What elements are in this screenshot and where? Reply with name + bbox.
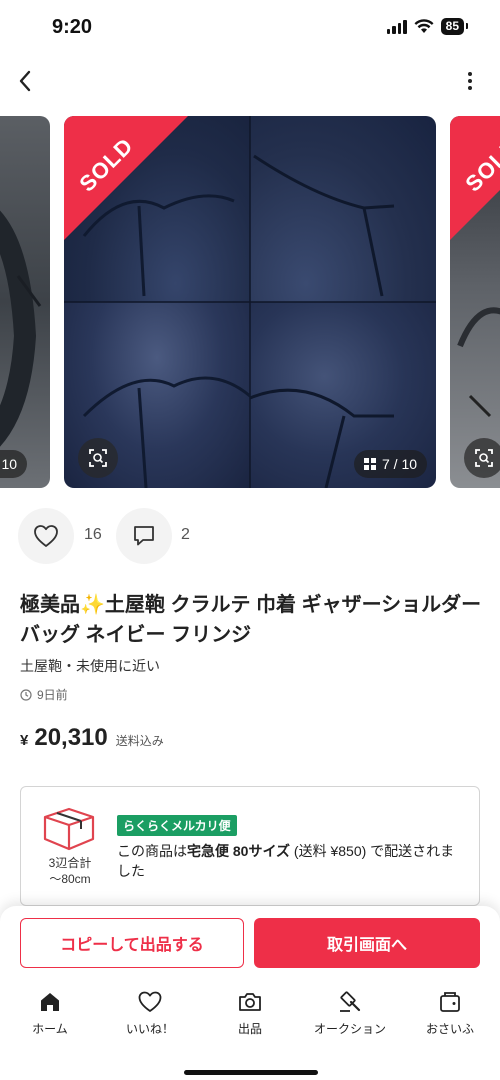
- posted-time: 9日前: [20, 686, 68, 703]
- photo-current[interactable]: SOLD 7 / 10: [64, 116, 436, 488]
- grid-icon: [364, 458, 376, 470]
- shipping-method: 宅急便 80サイズ: [187, 843, 291, 859]
- comment-count: 2: [181, 526, 190, 543]
- home-icon: [41, 993, 59, 1011]
- like-count: 16: [84, 526, 102, 543]
- tab-home-label: ホーム: [32, 1022, 68, 1036]
- tab-bar: ホーム いいね！ 出品 オークション おさいふ: [0, 988, 500, 1044]
- back-button[interactable]: [10, 64, 40, 98]
- price-shipping-note: 送料込み: [115, 734, 164, 748]
- home-indicator: [184, 1070, 318, 1075]
- tab-sell-label: 出品: [237, 1022, 262, 1036]
- wallet-icon: [440, 992, 460, 1012]
- rakuraku-badge: らくらくメルカリ便: [117, 815, 237, 836]
- shipping-size: 3辺合計 〜80cm: [37, 855, 103, 887]
- like-button[interactable]: [18, 508, 74, 564]
- tab-wallet-label: おさいふ: [425, 1022, 474, 1036]
- photo-carousel[interactable]: 6 / 10 SOLD: [0, 116, 500, 490]
- cellular-signal-icon: [386, 19, 407, 34]
- tab-auction[interactable]: オークション: [300, 988, 400, 1044]
- photo-counter-previous-text: 6 / 10: [0, 456, 18, 472]
- nav-bar: [0, 56, 500, 106]
- battery-indicator: 85: [440, 18, 469, 35]
- heart-icon: [138, 991, 162, 1012]
- status-bar: 9:20 85: [0, 0, 500, 56]
- posted-time-text: 9日前: [37, 688, 68, 702]
- tab-likes-label: いいね！: [125, 1022, 174, 1036]
- sold-banner-next: SOLD: [450, 116, 500, 240]
- photo-counter-current[interactable]: 7 / 10: [354, 450, 428, 478]
- bottom-panel: コピーして出品する 取引画面へ ホーム いいね！ 出品 オークション おさいふ: [0, 906, 500, 1080]
- tab-auction-label: オークション: [313, 1022, 386, 1036]
- sold-banner: SOLD: [64, 116, 188, 240]
- comment-icon: [134, 526, 154, 546]
- chevron-left-icon: [19, 70, 31, 92]
- photo-previous[interactable]: [0, 116, 50, 488]
- shipping-info-card: 3辺合計 〜80cm らくらくメルカリ便 この商品は宅急便 80サイズ (送料 …: [20, 786, 480, 906]
- price-currency: ¥: [20, 732, 29, 749]
- scan-zoom-icon: [89, 449, 107, 467]
- package-box-icon: [43, 807, 95, 851]
- shipping-description: この商品は宅急便 80サイズ (送料 ¥850) で配送されました: [117, 843, 455, 879]
- heart-icon: [34, 525, 58, 547]
- photo-counter-previous: 6 / 10: [0, 450, 28, 478]
- price-amount: 20,310: [34, 724, 108, 751]
- photo-counter-current-text: 7 / 10: [382, 456, 418, 472]
- copy-listing-button[interactable]: コピーして出品する: [20, 918, 244, 968]
- status-icons: 85: [386, 18, 469, 35]
- clock-icon: [20, 688, 32, 701]
- tab-likes[interactable]: いいね！: [100, 988, 200, 1044]
- price: ¥ 20,310 送料込み: [20, 724, 164, 752]
- camera-icon: [239, 993, 261, 1011]
- item-actions: 16 2: [0, 506, 500, 566]
- tab-home[interactable]: ホーム: [0, 988, 100, 1044]
- wifi-icon: [414, 19, 434, 33]
- status-time: 9:20: [52, 16, 93, 38]
- gavel-icon: [340, 991, 361, 1012]
- zoom-button[interactable]: [78, 438, 118, 478]
- item-title: 極美品✨土屋鞄 クラルテ 巾着 ギャザーショルダー バッグ ネイビー フリンジ: [20, 594, 482, 646]
- shipping-size-line2: 〜80cm: [49, 872, 91, 886]
- trade-screen-button[interactable]: 取引画面へ: [254, 918, 480, 968]
- shipping-size-line1: 3辺合計: [48, 856, 92, 870]
- tab-sell[interactable]: 出品: [200, 988, 300, 1044]
- brand-condition: 土屋鞄・未使用に近い: [20, 658, 160, 674]
- comment-button[interactable]: [116, 508, 172, 564]
- more-vertical-icon: [468, 72, 472, 90]
- tab-wallet[interactable]: おさいふ: [400, 988, 500, 1044]
- bag-photo-previous: [0, 210, 42, 447]
- scan-zoom-icon: [475, 449, 493, 467]
- zoom-button-next[interactable]: [464, 438, 500, 478]
- more-options-button[interactable]: [460, 64, 480, 98]
